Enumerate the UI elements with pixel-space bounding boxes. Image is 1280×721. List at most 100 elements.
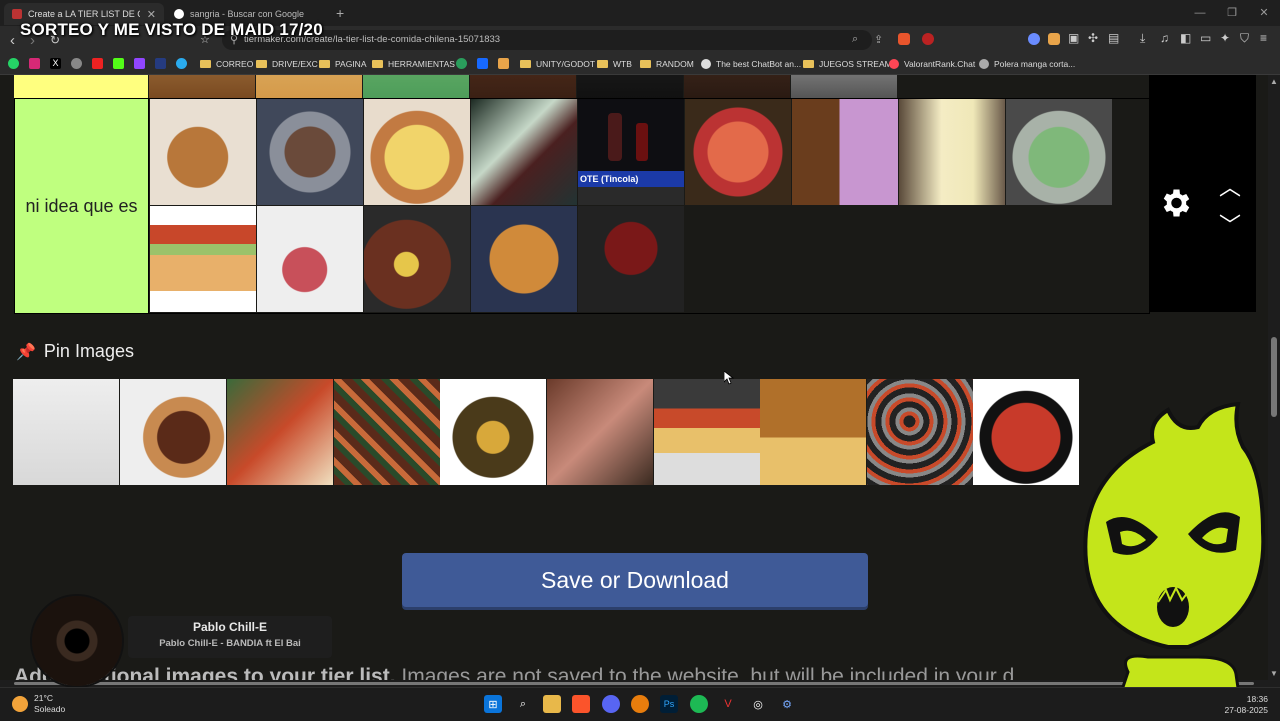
bookmark-label: The best ChatBot an...: [716, 59, 802, 69]
bookmark-folder-random[interactable]: RANDOM: [640, 57, 694, 71]
back-icon[interactable]: ‹: [10, 32, 15, 49]
x-twitter-icon[interactable]: X: [50, 58, 61, 69]
bookmark-polera[interactable]: Polera manga corta...: [979, 57, 1075, 71]
tier-item-cola-de-mono[interactable]: [899, 99, 1005, 205]
tier-item[interactable]: [577, 75, 683, 98]
bookmark-valorant[interactable]: ValorantRank.Chat: [889, 57, 975, 71]
pin-image-item[interactable]: [760, 379, 866, 485]
tier-item-navegado[interactable]: [578, 206, 684, 312]
system-clock[interactable]: 18:36 27-08-2025: [1225, 694, 1268, 716]
weather-widget[interactable]: 21°C Soleado: [12, 693, 65, 715]
tier-item-picarones[interactable]: [471, 206, 577, 312]
pin-image-item[interactable]: [120, 379, 226, 485]
tier-item-tincola[interactable]: OTE (Tincola): [578, 99, 684, 205]
window-close-icon[interactable]: ✕: [1248, 0, 1280, 26]
tier-item-pastel-de-papas[interactable]: [364, 99, 470, 205]
pin-image-item[interactable]: [547, 379, 653, 485]
extension-icon[interactable]: [1028, 33, 1040, 45]
bookmark-folder-correo[interactable]: CORREO: [200, 57, 253, 71]
move-tier-up-icon[interactable]: ︿: [1219, 170, 1241, 202]
photoshop-icon[interactable]: Ps: [660, 695, 678, 713]
kick-icon[interactable]: [113, 58, 124, 69]
bookmark-folder-wtb[interactable]: WTB: [597, 57, 632, 71]
tier-label[interactable]: ni idea que es: [15, 99, 149, 313]
bookmark-folder-herramientas[interactable]: HERRAMIENTAS: [372, 57, 455, 71]
pin-image-item[interactable]: [227, 379, 333, 485]
bookmark-site-icon[interactable]: [456, 58, 467, 69]
download-icon[interactable]: ⤓: [1140, 31, 1145, 46]
valorant-icon[interactable]: V: [719, 695, 737, 713]
move-tier-down-icon[interactable]: ﹀: [1219, 208, 1241, 240]
brave-shields-icon[interactable]: [898, 33, 910, 45]
extension-icon[interactable]: ▣: [1068, 31, 1079, 45]
extension-icon[interactable]: [1048, 33, 1060, 45]
sidebar-icon[interactable]: ◧: [1180, 31, 1191, 45]
paypal-icon[interactable]: [155, 58, 166, 69]
tier-item[interactable]: [684, 75, 790, 98]
tier-item[interactable]: [256, 75, 362, 98]
tier-item[interactable]: [363, 75, 469, 98]
apple-icon[interactable]: [71, 58, 82, 69]
spotify-icon[interactable]: [690, 695, 708, 713]
pin-images-heading: 📌 Pin Images: [16, 341, 134, 362]
twitch-icon[interactable]: [134, 58, 145, 69]
file-explorer-icon[interactable]: [543, 695, 561, 713]
extensions-puzzle-icon[interactable]: ✣: [1088, 31, 1098, 45]
wallet-icon[interactable]: ▭: [1200, 31, 1211, 45]
instagram-icon[interactable]: [29, 58, 40, 69]
tier-item-centolla[interactable]: [685, 99, 791, 205]
tier-item[interactable]: [470, 75, 576, 98]
bookmark-chatbot[interactable]: The best ChatBot an...: [701, 57, 801, 71]
bookmark-folder-juegos[interactable]: JUEGOS STREAM: [803, 57, 892, 71]
scroll-up-icon[interactable]: ▲: [1270, 77, 1278, 86]
settings-gear-icon[interactable]: [1157, 185, 1193, 221]
pin-image-item[interactable]: [867, 379, 973, 485]
behance-icon[interactable]: [477, 58, 488, 69]
tier-item-humitas[interactable]: [1006, 99, 1112, 205]
telegram-icon[interactable]: [176, 58, 187, 69]
search-icon[interactable]: ⌕: [514, 695, 532, 713]
vpn-icon[interactable]: ⛉: [1240, 31, 1249, 46]
close-tab-icon[interactable]: ✕: [147, 8, 156, 21]
pin-image-item[interactable]: [440, 379, 546, 485]
tier-item-crudo[interactable]: [257, 206, 363, 312]
bookmark-folder-drive[interactable]: DRIVE/EXC: [256, 57, 318, 71]
settings-icon[interactable]: ⚙: [778, 695, 796, 713]
share-icon[interactable]: ⇪: [874, 33, 883, 46]
pin-image-item[interactable]: [334, 379, 440, 485]
youtube-icon[interactable]: [92, 58, 103, 69]
brave-browser-icon[interactable]: [572, 695, 590, 713]
brave-rewards-icon[interactable]: [922, 33, 934, 45]
leo-ai-icon[interactable]: ✦: [1220, 31, 1230, 45]
chatbot-icon: [701, 59, 711, 69]
tiermaker-favicon-icon: [12, 9, 22, 19]
tier-item[interactable]: [149, 75, 255, 98]
menu-icon[interactable]: ≡: [1260, 31, 1267, 45]
media-icon[interactable]: ♫: [1160, 31, 1169, 45]
pin-image-item[interactable]: [654, 379, 760, 485]
tier-item-completo[interactable]: [150, 206, 256, 312]
maximize-icon[interactable]: ❐: [1216, 0, 1248, 26]
tier-label-yellow[interactable]: [14, 75, 148, 98]
bookmark-site-icon[interactable]: [498, 58, 509, 69]
tier-item-asado[interactable]: [257, 99, 363, 205]
tier-item[interactable]: [791, 75, 897, 98]
app-icon[interactable]: ◎: [749, 695, 767, 713]
tier-item-sopaipillas[interactable]: [150, 99, 256, 205]
windows-start-icon[interactable]: ⊞: [484, 695, 502, 713]
tier-item-malaya[interactable]: [364, 206, 470, 312]
tier-item-chicha[interactable]: [792, 99, 898, 205]
bookmark-folder-unity[interactable]: UNITY/GODOT: [520, 57, 595, 71]
discord-icon[interactable]: [602, 695, 620, 713]
blender-icon[interactable]: [631, 695, 649, 713]
bookmark-folder-pagina[interactable]: PAGINA: [319, 57, 367, 71]
save-or-download-button[interactable]: Save or Download: [402, 553, 868, 607]
tier-item-pebre[interactable]: [471, 99, 577, 205]
whatsapp-icon[interactable]: [8, 58, 19, 69]
new-tab-icon[interactable]: +: [336, 5, 344, 21]
pin-image-item[interactable]: [13, 379, 119, 485]
zoom-icon[interactable]: ⌕: [852, 33, 858, 46]
minimize-icon[interactable]: —: [1184, 0, 1216, 26]
extension-icon[interactable]: ▤: [1108, 31, 1119, 45]
tier-controls: ︿ ﹀: [1149, 75, 1256, 312]
